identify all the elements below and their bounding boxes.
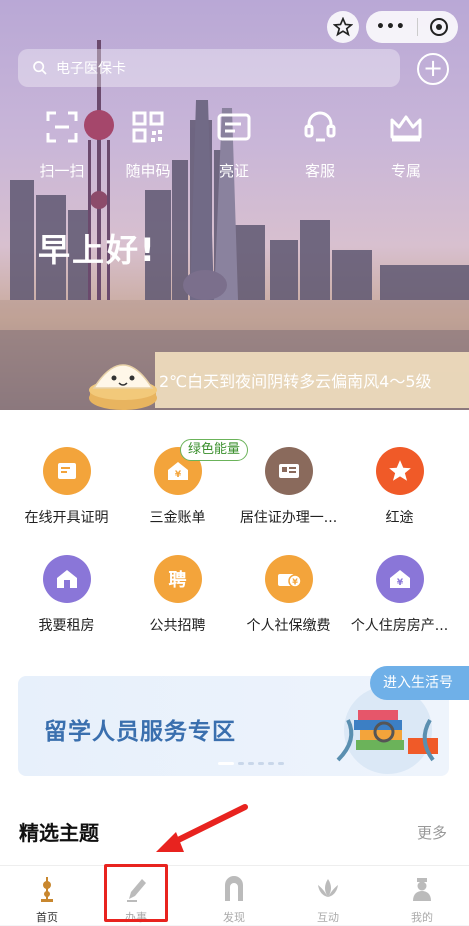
add-icon[interactable]: + bbox=[417, 53, 449, 85]
crown-icon bbox=[390, 115, 422, 142]
quick-scan-label: 扫一扫 bbox=[39, 162, 85, 180]
tab-label: 我的 bbox=[411, 911, 433, 924]
banner-pagination bbox=[218, 762, 284, 765]
quick-exclusive-label: 专属 bbox=[390, 162, 421, 180]
weather-ticker: 2℃白天到夜间阴转多云偏南风4～5级 bbox=[155, 352, 469, 408]
svg-text:¥: ¥ bbox=[292, 578, 298, 587]
highlight-box bbox=[104, 864, 168, 922]
banner-title: 留学人员服务专区 bbox=[44, 719, 236, 745]
service-label: 我要租房 bbox=[38, 618, 95, 634]
svg-text:¥: ¥ bbox=[174, 470, 181, 480]
quick-exclusive[interactable]: 专属 bbox=[366, 110, 446, 181]
service-online-certificate[interactable]: 在线开具证明 bbox=[9, 447, 124, 527]
service-rent-house[interactable]: 我要租房 bbox=[9, 555, 124, 635]
tab-label: 首页 bbox=[36, 911, 58, 924]
miniapp-capsule: ••• bbox=[366, 11, 458, 43]
service-label: 公共招聘 bbox=[149, 618, 206, 634]
close-miniapp-icon[interactable] bbox=[429, 18, 448, 36]
more-link[interactable]: 更多 bbox=[417, 822, 447, 843]
qr-code-icon bbox=[132, 111, 164, 143]
star-icon bbox=[333, 17, 353, 37]
enter-life-account-button[interactable]: 进入生活号 bbox=[370, 666, 469, 700]
service-public-recruitment[interactable]: 聘 公共招聘 bbox=[120, 555, 235, 635]
tab-mine[interactable]: 我的 bbox=[375, 866, 469, 926]
search-icon bbox=[33, 61, 47, 75]
social-security-icon: ¥ bbox=[264, 555, 313, 603]
tab-label: 发现 bbox=[223, 911, 245, 924]
service-personal-housing[interactable]: ¥ 个人住房房产... bbox=[342, 555, 457, 635]
hero-banner: ••• 电子医保卡 + 扫一扫 随申码 亮证 客服 专属 早上好! 2℃白天到夜… bbox=[0, 0, 469, 410]
person-icon bbox=[413, 878, 431, 901]
tab-home[interactable]: 首页 bbox=[0, 866, 94, 926]
svg-text:¥: ¥ bbox=[396, 578, 403, 588]
scan-icon bbox=[46, 111, 78, 143]
featured-topics-title: 精选主题 bbox=[19, 821, 99, 845]
quick-id-label: 亮证 bbox=[218, 162, 249, 180]
quick-scan[interactable]: 扫一扫 bbox=[22, 110, 102, 181]
residence-card-icon bbox=[264, 447, 313, 495]
service-label: 个人社保缴费 bbox=[246, 618, 331, 634]
greeting-text: 早上好! bbox=[38, 231, 157, 269]
arch-icon bbox=[225, 876, 243, 901]
headset-icon bbox=[304, 111, 336, 142]
more-options-icon[interactable]: ••• bbox=[376, 19, 406, 35]
tab-interact[interactable]: 互动 bbox=[281, 866, 375, 926]
service-red-route[interactable]: 红途 bbox=[342, 447, 457, 527]
home-tower-icon bbox=[41, 877, 53, 902]
quick-qr[interactable]: 随申码 bbox=[108, 110, 188, 181]
tab-discover[interactable]: 发现 bbox=[187, 866, 281, 926]
red-star-icon bbox=[375, 447, 424, 495]
service-social-security-payment[interactable]: ¥ 个人社保缴费 bbox=[231, 555, 346, 635]
service-label: 红途 bbox=[385, 510, 414, 526]
lotus-icon bbox=[318, 879, 338, 897]
bun-mascot-icon bbox=[89, 364, 157, 410]
service-label: 在线开具证明 bbox=[24, 510, 109, 526]
housing-property-icon: ¥ bbox=[375, 555, 424, 603]
favorite-button[interactable] bbox=[327, 11, 359, 43]
search-placeholder: 电子医保卡 bbox=[56, 61, 126, 77]
service-residence-permit[interactable]: 居住证办理一... bbox=[231, 447, 346, 527]
quick-id[interactable]: 亮证 bbox=[194, 110, 274, 181]
document-icon bbox=[42, 447, 91, 495]
tab-label: 互动 bbox=[317, 911, 339, 924]
service-label: 三金账单 bbox=[149, 510, 206, 526]
quick-service[interactable]: 客服 bbox=[280, 110, 360, 181]
quick-service-label: 客服 bbox=[304, 162, 335, 180]
weather-text: 2℃白天到夜间阴转多云偏南风4～5级 bbox=[159, 372, 432, 391]
search-bar[interactable]: 电子医保卡 bbox=[18, 49, 400, 87]
service-label: 居住证办理一... bbox=[239, 510, 338, 526]
recruit-glyph: 聘 bbox=[168, 570, 187, 591]
capsule-divider bbox=[417, 18, 419, 36]
bottom-tab-bar: 首页 办事 发现 互动 我的 bbox=[0, 865, 469, 925]
quick-qr-label: 随申码 bbox=[125, 162, 171, 180]
service-label: 个人住房房产... bbox=[350, 618, 449, 634]
recruit-icon: 聘 bbox=[153, 555, 202, 603]
id-card-icon bbox=[217, 113, 251, 141]
rent-house-icon bbox=[42, 555, 91, 603]
